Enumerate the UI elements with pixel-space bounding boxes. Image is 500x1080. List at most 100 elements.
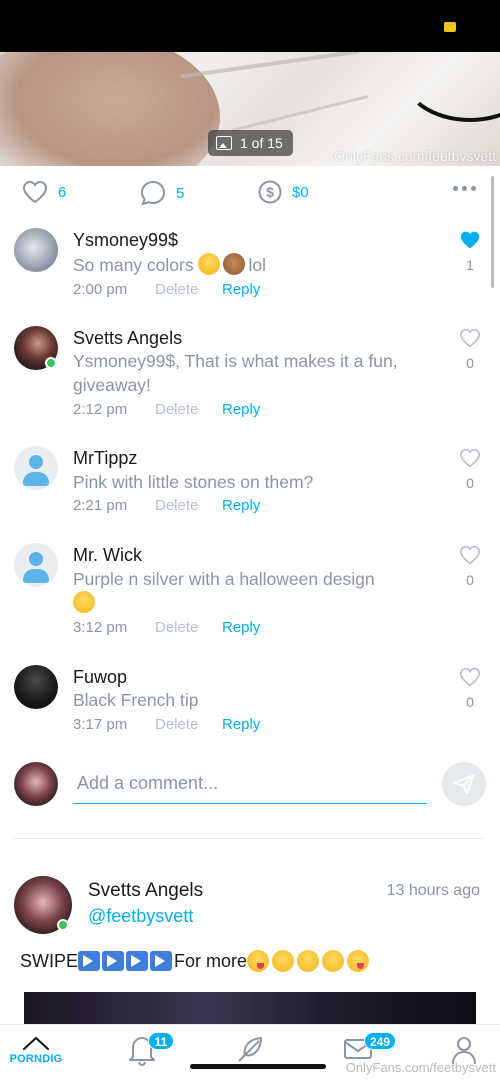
- send-button[interactable]: [442, 762, 486, 806]
- right-arrow-emoji-icon: [150, 951, 173, 971]
- comment-icon: [140, 180, 166, 206]
- delete-button[interactable]: Delete: [155, 619, 222, 636]
- avatar[interactable]: [14, 543, 58, 587]
- comment-time: 2:12 pm: [73, 401, 128, 418]
- comment-time: 3:12 pm: [73, 619, 128, 636]
- comment-like-button[interactable]: 0: [458, 448, 482, 491]
- heart-icon: [459, 328, 481, 348]
- comment-like-count: 0: [466, 694, 474, 710]
- comment-meta: 2:21 pm Delete Reply: [73, 497, 260, 514]
- nav-new-post[interactable]: [220, 1033, 280, 1077]
- post-time: 13 hours ago: [386, 882, 480, 899]
- comment-text: Black French tip: [73, 690, 199, 710]
- post-author-handle[interactable]: @feetbysvett: [88, 906, 193, 927]
- post-media[interactable]: [24, 992, 476, 1024]
- yum-face-emoji-icon: [247, 950, 270, 972]
- reply-button[interactable]: Reply: [222, 716, 260, 733]
- comment-author[interactable]: MrTippz: [73, 448, 137, 469]
- more-options-icon[interactable]: [453, 186, 476, 191]
- messages-badge: 249: [364, 1032, 397, 1050]
- smiling-face-emoji-icon: [272, 950, 295, 972]
- delete-button[interactable]: Delete: [155, 497, 222, 514]
- image-icon: [216, 136, 232, 150]
- comment-like-count: 1: [466, 257, 474, 273]
- delete-button[interactable]: Delete: [155, 716, 222, 733]
- right-arrow-emoji-icon: [126, 951, 149, 971]
- pensive-face-emoji-icon: [198, 253, 221, 275]
- avatar[interactable]: [14, 446, 58, 490]
- comment-author[interactable]: Fuwop: [73, 667, 127, 688]
- battery-icon: [444, 22, 456, 32]
- right-arrow-emoji-icon: [78, 951, 101, 971]
- comment-input[interactable]: [73, 764, 427, 804]
- svg-text:$: $: [266, 184, 274, 200]
- avatar[interactable]: [14, 665, 58, 709]
- comment-like-button[interactable]: 0: [458, 667, 482, 710]
- right-arrow-emoji-icon: [102, 951, 125, 971]
- delete-button[interactable]: Delete: [155, 401, 222, 418]
- reply-button[interactable]: Reply: [222, 497, 260, 514]
- comment-like-count: 0: [466, 355, 474, 371]
- divider: [14, 838, 486, 839]
- comment-text: Purple n silver with a halloween design: [73, 567, 433, 615]
- scrollbar[interactable]: [491, 176, 494, 288]
- heart-icon: [459, 448, 481, 468]
- thinking-face-emoji-icon: [73, 591, 95, 613]
- comment-text: So many colors lol: [73, 253, 266, 275]
- comment-meta: 3:17 pm Delete Reply: [73, 716, 260, 733]
- comment-author[interactable]: Svetts Angels: [73, 328, 182, 349]
- comment-time: 3:17 pm: [73, 716, 128, 733]
- see-no-evil-monkey-emoji-icon: [223, 253, 246, 275]
- online-indicator: [45, 357, 57, 369]
- home-label: PORNDIG: [9, 1053, 63, 1065]
- smiling-face-emoji-icon: [297, 950, 320, 972]
- my-avatar: [14, 762, 58, 806]
- dollar-icon: $: [258, 180, 282, 204]
- avatar[interactable]: [14, 228, 58, 272]
- comment-count: 5: [176, 184, 185, 202]
- comment-author[interactable]: Mr. Wick: [73, 545, 142, 566]
- status-bar: [0, 0, 500, 52]
- nav-home[interactable]: PORNDIG: [6, 1033, 66, 1077]
- feather-icon: [238, 1037, 262, 1062]
- reply-button[interactable]: Reply: [222, 619, 260, 636]
- like-button[interactable]: 6: [22, 180, 66, 204]
- comment-like-button[interactable]: 0: [458, 328, 482, 371]
- post-author-name[interactable]: Svetts Angels: [88, 880, 203, 902]
- tip-button[interactable]: $ $0: [258, 180, 309, 204]
- yum-face-emoji-icon: [347, 950, 370, 972]
- reply-button[interactable]: Reply: [222, 401, 260, 418]
- post-actions: 6 5 $ $0: [0, 172, 500, 218]
- heart-icon: [459, 667, 481, 687]
- bottom-watermark: OnlyFans.com/feetbysvett: [345, 1060, 496, 1075]
- comment-meta: 3:12 pm Delete Reply: [73, 619, 260, 636]
- comment-like-button[interactable]: 0: [458, 545, 482, 588]
- media-counter-text: 1 of 15: [240, 135, 283, 151]
- smiling-face-emoji-icon: [322, 950, 345, 972]
- media-watermark: OnlyFans.com/feetbysvett: [334, 148, 496, 164]
- paper-plane-icon: [453, 774, 475, 794]
- like-count: 6: [58, 183, 67, 201]
- comment-button[interactable]: 5: [140, 180, 184, 206]
- comment-text: Ysmoney99$, That is what makes it a fun,…: [73, 351, 398, 395]
- comment-like-button[interactable]: 1: [458, 230, 482, 273]
- heart-filled-icon: [460, 231, 480, 249]
- reply-button[interactable]: Reply: [222, 281, 260, 298]
- comment-time: 2:00 pm: [73, 281, 128, 298]
- post-text: SWIPE For more: [20, 950, 372, 972]
- tip-amount: $0: [292, 183, 309, 201]
- heart-icon: [22, 180, 48, 204]
- delete-button[interactable]: Delete: [155, 281, 222, 298]
- comment-text: Pink with little stones on them?: [73, 472, 314, 492]
- comment-like-count: 0: [466, 572, 474, 588]
- comment-meta: 2:00 pm Delete Reply: [73, 281, 260, 298]
- nav-notifications[interactable]: 11: [112, 1032, 174, 1077]
- home-indicator[interactable]: [190, 1064, 326, 1069]
- comment-author[interactable]: Ysmoney99$: [73, 230, 178, 251]
- comment-time: 2:21 pm: [73, 497, 128, 514]
- home-icon: [22, 1036, 50, 1051]
- notifications-badge: 11: [148, 1032, 174, 1050]
- comment-meta: 2:12 pm Delete Reply: [73, 401, 260, 418]
- heart-icon: [459, 545, 481, 565]
- online-indicator: [57, 919, 69, 931]
